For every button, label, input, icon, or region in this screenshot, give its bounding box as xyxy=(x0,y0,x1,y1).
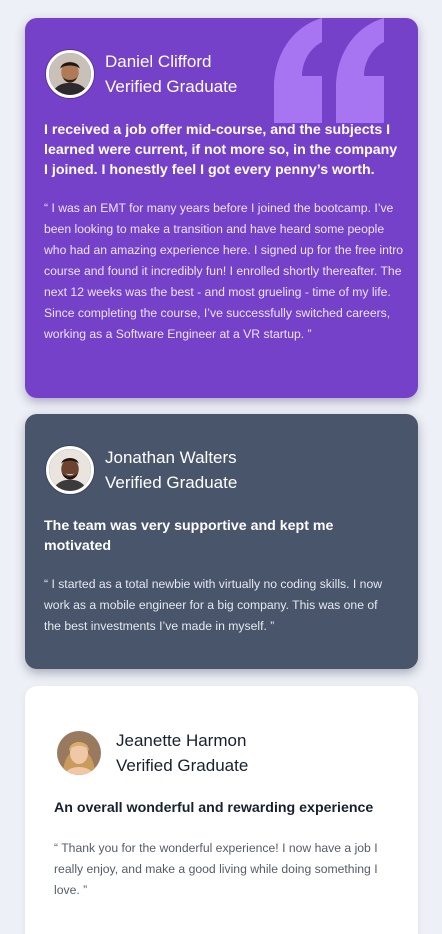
testimonial-headline: I received a job offer mid-course, and t… xyxy=(44,122,398,178)
author-block: Jeanette Harmon Verified Graduate xyxy=(57,728,248,778)
avatar-jeanette xyxy=(57,731,101,775)
testimonial-headline: An overall wonderful and rewarding exper… xyxy=(54,800,374,816)
author-block: Jonathan Walters Verified Graduate xyxy=(46,445,237,495)
testimonial-card-daniel: Daniel Clifford Verified Graduate I rece… xyxy=(25,18,418,398)
author-block: Daniel Clifford Verified Graduate xyxy=(46,49,237,99)
author-role: Verified Graduate xyxy=(105,473,238,492)
author-role: Verified Graduate xyxy=(105,77,238,96)
avatar-jonathan xyxy=(46,446,94,494)
testimonial-card-jeanette: Jeanette Harmon Verified Graduate An ove… xyxy=(25,686,418,934)
testimonial-body: “ I started as a total newbie with virtu… xyxy=(44,577,383,633)
author-name: Daniel Clifford xyxy=(105,52,212,71)
quote-icon xyxy=(274,18,384,123)
testimonial-body: “ Thank you for the wonderful experience… xyxy=(54,841,378,897)
author-role: Verified Graduate xyxy=(116,756,249,775)
author-name: Jeanette Harmon xyxy=(116,731,247,750)
testimonial-body: “ I was an EMT for many years before I j… xyxy=(44,201,404,341)
testimonial-headline: The team was very supportive and kept me… xyxy=(44,518,334,554)
author-name: Jonathan Walters xyxy=(105,448,237,467)
avatar-daniel xyxy=(46,50,94,98)
testimonials-page: Daniel Clifford Verified Graduate I rece… xyxy=(0,0,442,934)
testimonial-card-jonathan: Jonathan Walters Verified Graduate The t… xyxy=(25,414,418,669)
